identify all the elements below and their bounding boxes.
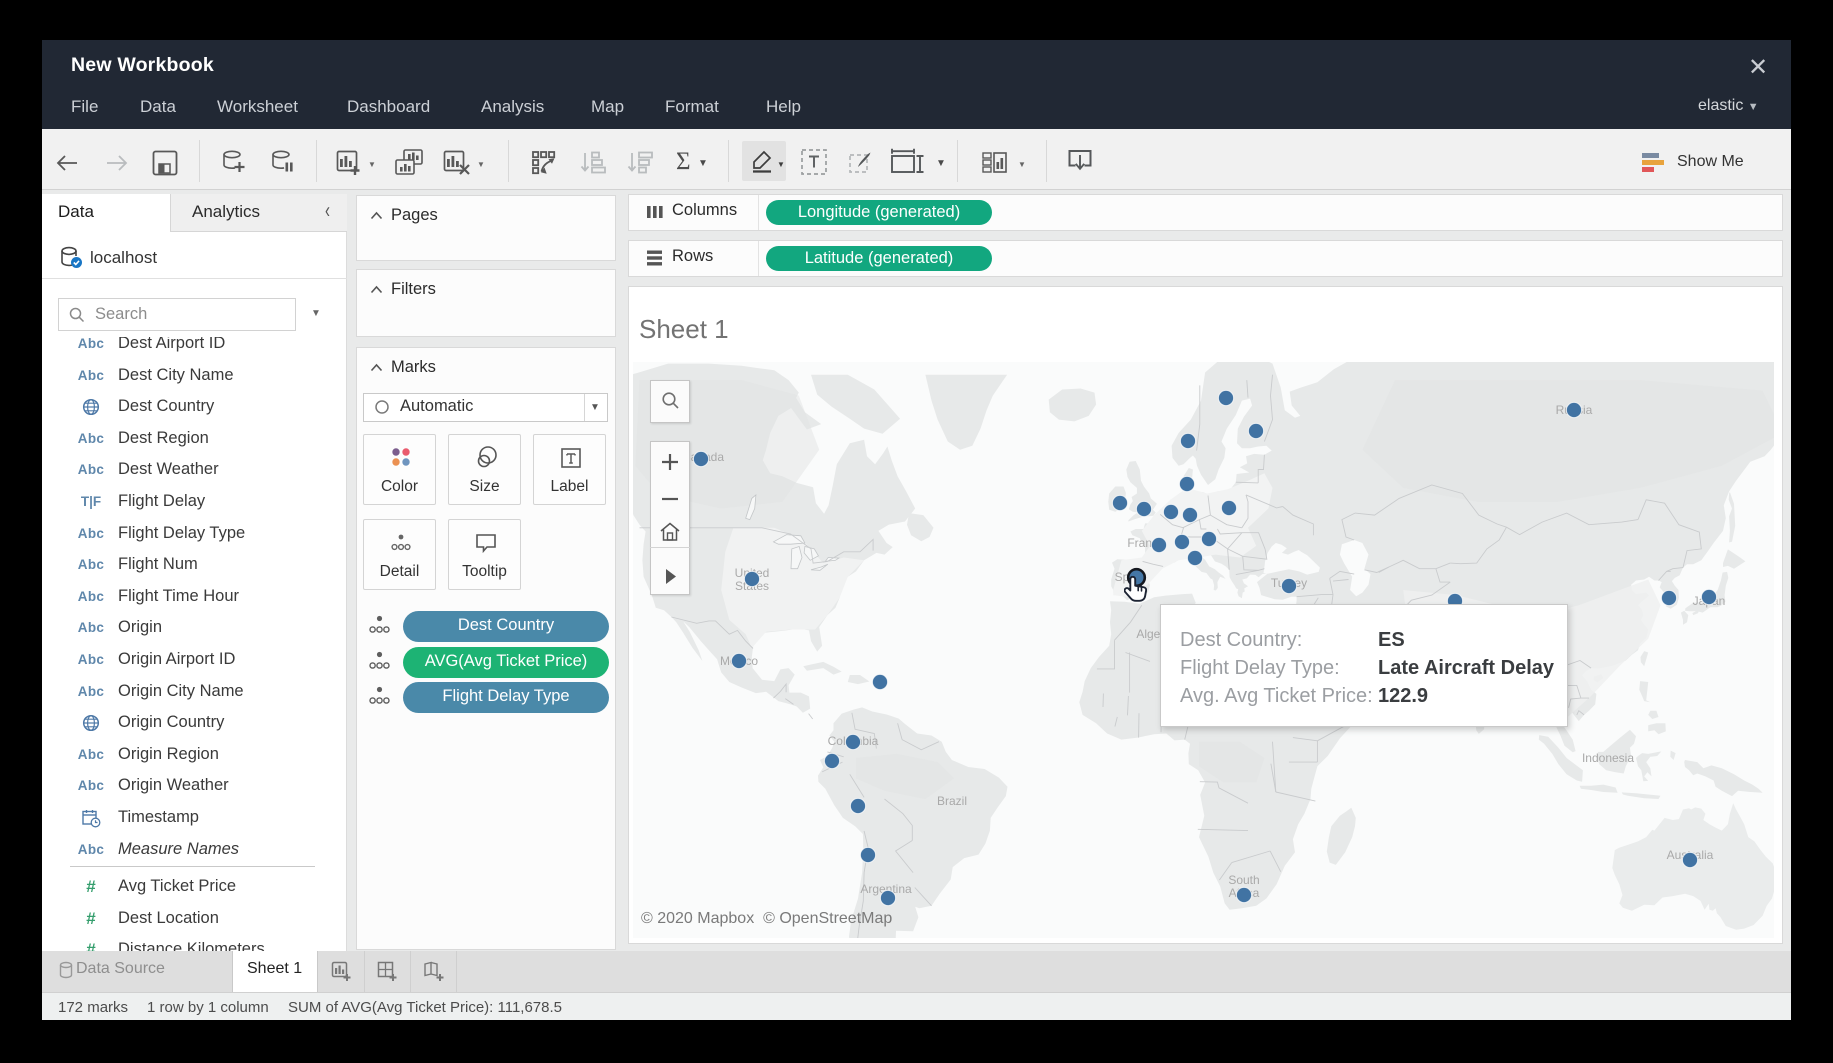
- svg-text:Brazil: Brazil: [937, 794, 967, 808]
- svg-text:South: South: [1228, 873, 1259, 887]
- svg-text:Indonesia: Indonesia: [1582, 751, 1634, 765]
